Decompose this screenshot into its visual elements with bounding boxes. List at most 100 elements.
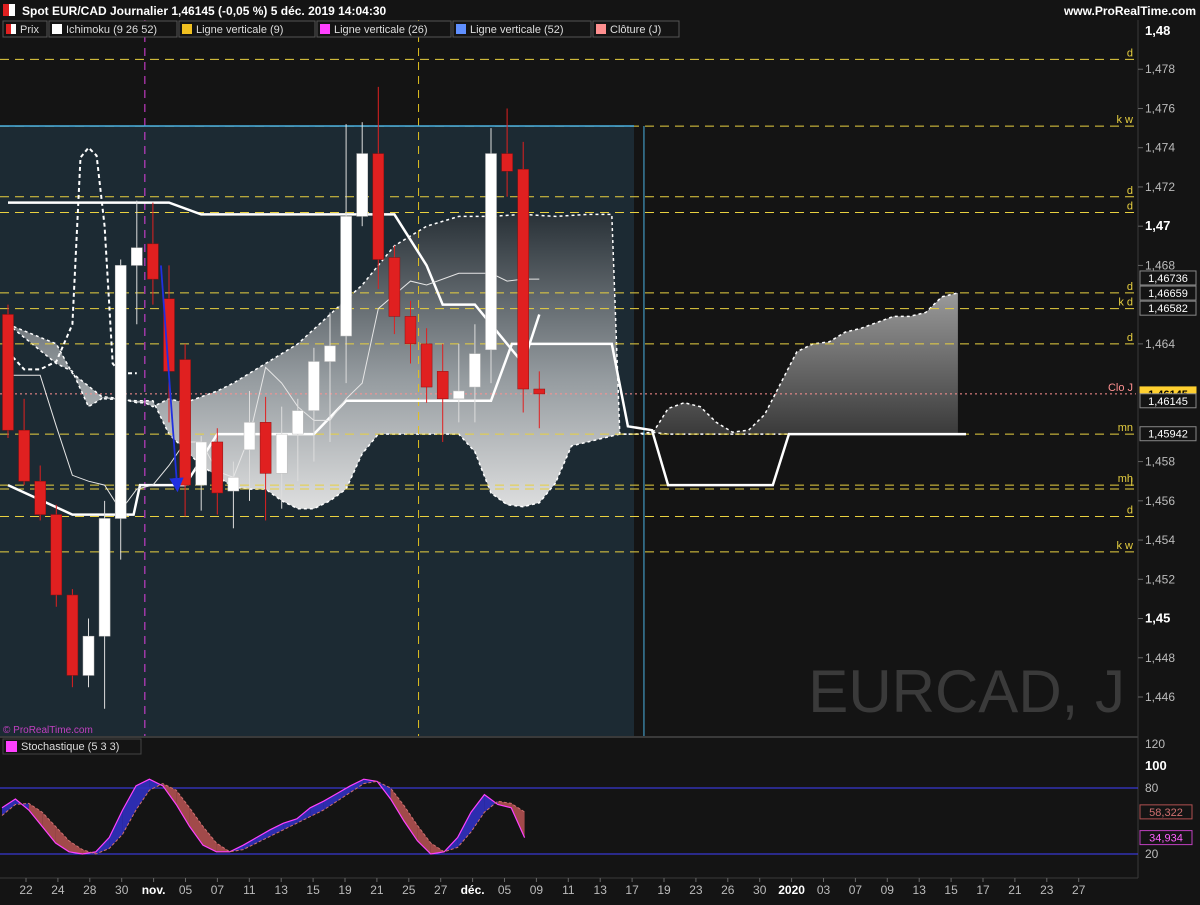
candle-body — [259, 422, 272, 474]
candle-body — [324, 345, 336, 362]
y-tick-label: 1,458 — [1145, 455, 1175, 469]
stoch-y-label: 80 — [1145, 781, 1159, 795]
stoch-tag-b: 34,934 — [1149, 833, 1183, 845]
panel-separator[interactable] — [0, 736, 1138, 738]
stoch-y-label: 20 — [1145, 847, 1159, 861]
chart-stage: dk wdddk d d mn mh l d k w Clo J EURCAD, J © Pr… — [0, 0, 1200, 900]
x-tick-label: 13 — [275, 883, 289, 897]
x-tick-label: 25 — [402, 883, 416, 897]
candle-body — [98, 518, 111, 637]
candle-body — [147, 243, 159, 280]
candle-body — [372, 153, 385, 260]
symbol-watermark: EURCAD, J — [808, 658, 1125, 725]
x-tick-label: 23 — [689, 883, 703, 897]
price-tag-label: 1,46736 — [1148, 273, 1188, 285]
x-tick-label: 15 — [306, 883, 320, 897]
candle-body — [501, 153, 513, 172]
candle-body — [485, 153, 497, 351]
y-tick-label: 1,464 — [1145, 337, 1175, 351]
stoch-label: Stochastique (5 3 3) — [21, 741, 119, 753]
x-tick-label: 11 — [562, 883, 575, 897]
chart-svg: dk wdddk ddmnmhldk wClo J EURCAD, J © Pr… — [0, 0, 1200, 900]
legend-swatch — [52, 24, 62, 34]
level-label: d — [1127, 281, 1133, 293]
candle-body — [404, 316, 417, 345]
level-label: mn — [1118, 422, 1133, 434]
y-tick-label: 1,472 — [1145, 180, 1175, 194]
level-label: d — [1127, 505, 1133, 517]
x-tick-label: 07 — [849, 883, 863, 897]
price-tag-label: 1,45942 — [1148, 429, 1188, 441]
x-tick-label: 30 — [115, 883, 129, 897]
y-tick-label: 1,454 — [1145, 533, 1175, 547]
candle-body — [50, 514, 63, 596]
level-label: d — [1127, 332, 1133, 344]
stoch-color-icon — [6, 741, 17, 752]
candle-body — [211, 441, 224, 494]
legend-swatch — [320, 24, 330, 34]
candle-body — [533, 388, 546, 395]
x-tick-label: 21 — [1008, 883, 1022, 897]
candle-body — [114, 265, 127, 519]
chart-title: Spot EUR/CAD Journalier 1,46145 (-0,05 %… — [22, 4, 386, 18]
x-tick-label: 13 — [913, 883, 927, 897]
level-label: d — [1127, 47, 1133, 59]
indicator-legend: Prix Ichimoku (9 26 52) Ligne verticale (9… — [2, 20, 680, 38]
y-tick-label: 1,456 — [1145, 494, 1175, 508]
x-tick-label: 17 — [976, 883, 990, 897]
candle-body — [388, 257, 401, 317]
x-tick-label: 05 — [498, 883, 512, 897]
x-tick-label: 17 — [625, 883, 639, 897]
x-tick-label: 19 — [338, 883, 352, 897]
stoch-tag-a: 58,322 — [1149, 807, 1183, 819]
x-tick-label: 07 — [211, 883, 225, 897]
x-tick-label: 27 — [1072, 883, 1086, 897]
legend-swatch — [596, 24, 606, 34]
x-tick-label: 03 — [817, 883, 831, 897]
candle-body — [34, 480, 46, 515]
y-tick-label: 1,478 — [1145, 62, 1175, 76]
x-tick-label: 05 — [179, 883, 193, 897]
candle-body — [469, 353, 481, 388]
legend-label: Prix — [20, 24, 39, 36]
x-tick-label: 13 — [594, 883, 608, 897]
candle-body — [179, 359, 191, 486]
y-tick-label: 1,45 — [1145, 611, 1170, 626]
x-tick-label: 22 — [19, 883, 33, 897]
x-tick-label: 24 — [51, 883, 65, 897]
site-link[interactable]: www.ProRealTime.com — [1063, 4, 1196, 18]
y-top-label: 1,48 — [1145, 23, 1170, 38]
legend-label: Ligne verticale (26) — [334, 24, 428, 36]
x-tick-label: 2020 — [778, 883, 805, 897]
legend-label: Ligne verticale (52) — [470, 24, 564, 36]
x-tick-label: nov. — [142, 883, 166, 897]
level-label: k w — [1117, 114, 1134, 126]
candle-body — [18, 429, 30, 482]
y-tick-label: 1,468 — [1145, 258, 1175, 272]
x-tick-label: 26 — [721, 883, 735, 897]
y-tick-label: 1,476 — [1145, 101, 1175, 115]
x-tick-label: 23 — [1040, 883, 1054, 897]
candle-body — [308, 361, 320, 411]
candle-body — [66, 594, 79, 676]
legend-swatch-half — [11, 24, 16, 34]
legend-swatch — [456, 24, 466, 34]
candle-body — [131, 247, 143, 266]
price-tag-label: 1,46659 — [1148, 288, 1188, 300]
x-tick-label: 15 — [944, 883, 958, 897]
candle-body — [420, 343, 433, 388]
legend-label: Clôture (J) — [610, 24, 661, 36]
stoch-y-label: 120 — [1145, 737, 1165, 751]
candle-body — [356, 153, 368, 217]
level-label: k w — [1117, 540, 1134, 552]
candle-body — [275, 433, 288, 474]
level-label: l — [1131, 477, 1133, 489]
stoch-y-label: 100 — [1145, 758, 1167, 773]
y-tick-label: 1,474 — [1145, 141, 1175, 155]
legend-swatch — [182, 24, 192, 34]
candle-body — [163, 298, 175, 372]
candle-body — [243, 422, 256, 451]
x-tick-label: 28 — [83, 883, 97, 897]
x-tick-label: déc. — [461, 883, 485, 897]
x-tick-label: 19 — [657, 883, 671, 897]
